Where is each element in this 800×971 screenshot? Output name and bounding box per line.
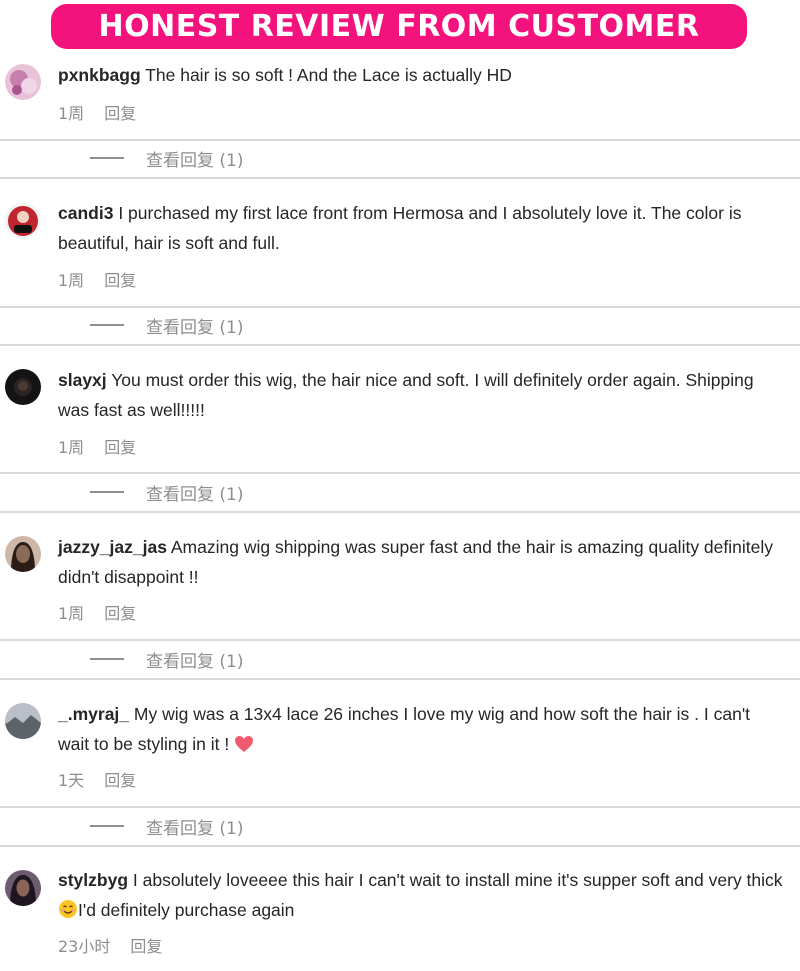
comment-meta: 1周 回复 — [58, 100, 136, 124]
comment-text: candi3 I purchased my first lace front f… — [58, 198, 786, 258]
avatar[interactable] — [5, 703, 41, 739]
divider — [0, 177, 800, 179]
comment-body: I absolutely loveeee this hair I can't w… — [132, 870, 783, 890]
comment-text: _.myraj_ My wig was a 13x4 lace 26 inche… — [58, 699, 786, 762]
avatar[interactable] — [5, 870, 41, 906]
comment-body: You must order this wig, the hair nice a… — [58, 370, 754, 420]
comment-username[interactable]: candi3 — [58, 203, 113, 223]
view-replies-label: 查看回复 (1) — [146, 651, 244, 672]
comment-meta: 1周 回复 — [58, 434, 136, 458]
comment-time: 1周 — [58, 604, 85, 623]
comment-body: The hair is so soft ! And the Lace is ac… — [145, 65, 512, 85]
comment-text: jazzy_jaz_jas Amazing wig shipping was s… — [58, 532, 786, 592]
view-replies-button[interactable]: 查看回复 (1) — [90, 480, 244, 505]
view-replies-label: 查看回复 (1) — [146, 317, 244, 338]
divider — [0, 139, 800, 141]
reply-button[interactable]: 回复 — [104, 100, 136, 124]
comment-time: 1周 — [58, 271, 85, 290]
heart-icon — [234, 732, 254, 762]
comment-time: 1周 — [58, 438, 85, 457]
reply-button[interactable]: 回复 — [130, 933, 162, 957]
comment-time: 1周 — [58, 104, 85, 123]
comment-body-continued: I'd definitely purchase again — [78, 900, 295, 920]
comment-meta: 1天 回复 — [58, 767, 136, 791]
divider — [0, 639, 800, 641]
dash-icon — [90, 825, 124, 827]
avatar[interactable] — [5, 203, 41, 239]
view-replies-label: 查看回复 (1) — [146, 484, 244, 505]
reply-button[interactable]: 回复 — [104, 767, 136, 791]
reply-button[interactable]: 回复 — [104, 434, 136, 458]
comment-time: 1天 — [58, 771, 85, 790]
view-replies-button[interactable]: 查看回复 (1) — [90, 647, 244, 672]
comment-meta: 1周 回复 — [58, 267, 136, 291]
divider — [0, 344, 800, 346]
review-banner: HONEST REVIEW FROM CUSTOMER — [51, 4, 747, 49]
avatar[interactable] — [5, 536, 41, 572]
comment-body: I purchased my first lace front from Her… — [58, 203, 742, 253]
divider — [0, 511, 800, 513]
smiling-face-icon — [58, 898, 78, 928]
divider — [0, 472, 800, 474]
comment-text: stylzbyg I absolutely loveeee this hair … — [58, 865, 786, 928]
reply-button[interactable]: 回复 — [104, 267, 136, 291]
dash-icon — [90, 157, 124, 159]
divider — [0, 678, 800, 680]
avatar[interactable] — [5, 64, 41, 100]
comment-text: slayxj You must order this wig, the hair… — [58, 365, 786, 425]
divider — [0, 806, 800, 808]
dash-icon — [90, 491, 124, 493]
dash-icon — [90, 658, 124, 660]
reply-button[interactable]: 回复 — [104, 600, 136, 624]
view-replies-label: 查看回复 (1) — [146, 818, 244, 839]
banner-title: HONEST REVIEW FROM CUSTOMER — [98, 9, 700, 44]
comment-username[interactable]: _.myraj_ — [58, 704, 129, 724]
comment-username[interactable]: stylzbyg — [58, 870, 128, 890]
comment-username[interactable]: slayxj — [58, 370, 107, 390]
view-replies-button[interactable]: 查看回复 (1) — [90, 146, 244, 171]
divider — [0, 306, 800, 308]
view-replies-button[interactable]: 查看回复 (1) — [90, 313, 244, 338]
avatar[interactable] — [5, 369, 41, 405]
comment-meta: 1周 回复 — [58, 600, 136, 624]
dash-icon — [90, 324, 124, 326]
view-replies-button[interactable]: 查看回复 (1) — [90, 814, 244, 839]
comment-text: pxnkbagg The hair is so soft ! And the L… — [58, 60, 786, 90]
divider — [0, 845, 800, 847]
view-replies-label: 查看回复 (1) — [146, 150, 244, 171]
comment-username[interactable]: jazzy_jaz_jas — [58, 537, 167, 557]
comment-body: My wig was a 13x4 lace 26 inches I love … — [58, 704, 751, 754]
comment-meta: 23小时 回复 — [58, 933, 162, 957]
comment-time: 23小时 — [58, 937, 111, 956]
comment-username[interactable]: pxnkbagg — [58, 65, 141, 85]
